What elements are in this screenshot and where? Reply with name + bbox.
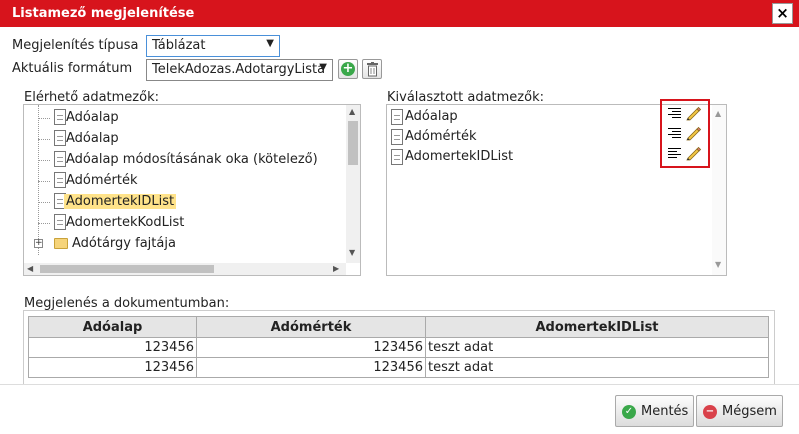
scrollbar-thumb[interactable]: [348, 121, 358, 165]
selected-fields-label: Kiválasztott adatmezők:: [387, 90, 544, 105]
column-header: AdomertekIDList: [425, 316, 769, 338]
document-icon: [54, 109, 66, 125]
document-icon: [54, 130, 66, 146]
close-icon: ×: [776, 4, 789, 22]
preview-panel: Adóalap Adómérték AdomertekIDList 123456…: [23, 310, 775, 390]
document-icon: [54, 151, 66, 167]
align-right-icon[interactable]: [668, 108, 681, 119]
pencil-icon[interactable]: [685, 145, 701, 161]
scroll-down-icon[interactable]: ▼: [715, 260, 721, 269]
available-fields-tree[interactable]: Adóalap Adóalap Adóalap módosításának ok…: [23, 104, 361, 276]
delete-format-button[interactable]: [362, 59, 382, 79]
table-cell: 123456: [28, 357, 197, 378]
display-type-select[interactable]: Táblázat ▼: [146, 35, 280, 57]
folder-icon: [54, 238, 68, 249]
selected-vertical-scrollbar[interactable]: ▲ ▼: [712, 105, 726, 275]
add-format-button[interactable]: +: [338, 59, 358, 79]
expand-icon[interactable]: +: [34, 239, 43, 248]
table-cell: 123456: [28, 337, 197, 358]
preview-label: Megjelenés a dokumentumban:: [24, 296, 230, 311]
align-right-icon[interactable]: [668, 128, 681, 139]
display-type-label: Megjelenítés típusa: [12, 38, 139, 53]
current-format-select[interactable]: TelekAdozas.AdotargyLista ▼: [146, 59, 333, 81]
document-icon: [391, 109, 403, 125]
table-cell: 123456: [196, 337, 426, 358]
scroll-up-icon[interactable]: ▲: [349, 107, 355, 116]
cancel-icon: −: [703, 405, 717, 419]
scroll-up-icon[interactable]: ▲: [715, 109, 721, 118]
document-icon: [54, 214, 66, 230]
table-cell: teszt adat: [425, 357, 769, 378]
save-button[interactable]: ✓ Mentés: [615, 395, 694, 427]
tree-line: [38, 105, 39, 255]
available-fields-label: Elérhető adatmezők:: [24, 90, 159, 105]
dialog-titlebar: Listamező megjelenítése ×: [0, 0, 799, 27]
preview-table: Adóalap Adómérték AdomertekIDList 123456…: [28, 316, 769, 378]
add-icon: +: [341, 61, 355, 76]
close-button[interactable]: ×: [772, 3, 793, 24]
table-cell: 123456: [196, 357, 426, 378]
chevron-down-icon: ▼: [319, 62, 327, 73]
align-left-icon[interactable]: [668, 148, 681, 159]
check-icon: ✓: [622, 405, 636, 419]
current-format-label: Aktuális formátum: [12, 61, 133, 76]
scrollbar-thumb[interactable]: [40, 265, 214, 273]
table-row: 123456 123456 teszt adat: [28, 357, 769, 378]
document-icon: [391, 129, 403, 145]
current-format-value: TelekAdozas.AdotargyLista: [152, 62, 326, 77]
display-type-value: Táblázat: [152, 38, 206, 53]
trash-icon: [367, 62, 378, 77]
dialog-title: Listamező megjelenítése: [12, 6, 195, 21]
scroll-right-icon[interactable]: ▶: [333, 264, 339, 273]
column-header: Adóalap: [28, 316, 197, 338]
pencil-icon[interactable]: [685, 105, 701, 121]
pencil-icon[interactable]: [685, 125, 701, 141]
dialog-footer: ✓ Mentés − Mégsem: [0, 384, 799, 434]
available-vertical-scrollbar[interactable]: ▲ ▼: [346, 105, 360, 263]
available-horizontal-scrollbar[interactable]: ◀ ▶: [24, 263, 346, 275]
table-cell: teszt adat: [425, 337, 769, 358]
document-icon: [391, 149, 403, 165]
table-row: 123456 123456 teszt adat: [28, 337, 769, 358]
cancel-button[interactable]: − Mégsem: [696, 395, 783, 427]
chevron-down-icon: ▼: [266, 38, 274, 49]
scroll-left-icon[interactable]: ◀: [27, 264, 33, 273]
column-header: Adómérték: [196, 316, 426, 338]
scroll-down-icon[interactable]: ▼: [349, 248, 355, 257]
document-icon: [54, 172, 66, 188]
